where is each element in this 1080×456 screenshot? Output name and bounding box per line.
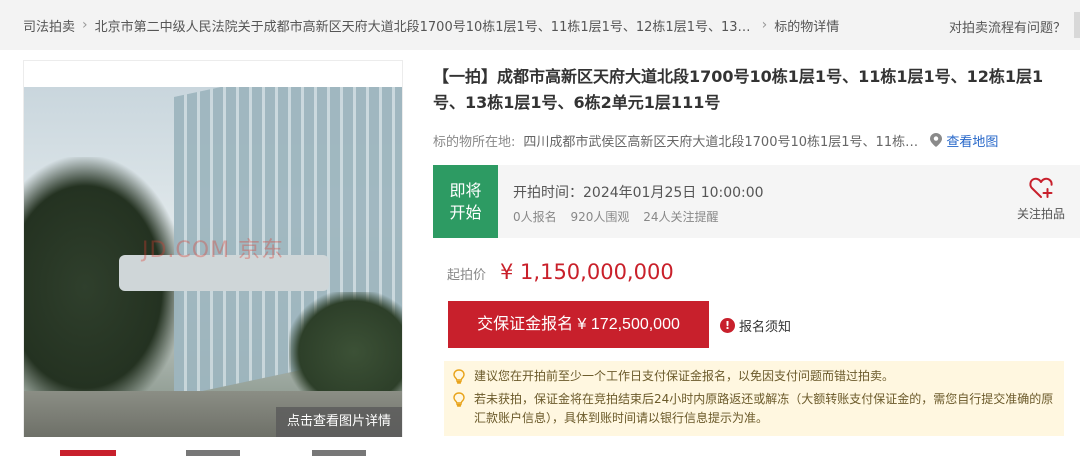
tip-text: 若未获拍，保证金将在竞拍结束后24小时内原路返还或解冻（大额转账支付保证金的，需…: [474, 392, 1054, 425]
tip-item: 若未获拍，保证金将在竞拍结束后24小时内原路返还或解冻（大额转账支付保证金的，需…: [452, 390, 1054, 428]
thumbnail-2[interactable]: [186, 450, 240, 456]
status-badge-text: 即将开始: [449, 180, 482, 222]
breadcrumb-item-current: 标的物详情: [774, 19, 840, 35]
lightbulb-icon: [453, 392, 465, 407]
pay-deposit-register-button[interactable]: 交保证金报名 ¥ 172,500,000: [448, 301, 709, 348]
deposit-tips-box: 建议您在开拍前至少一个工作日支付保证金报名，以免因支付问题而错过拍卖。 若未获拍…: [444, 361, 1064, 436]
registrant-count: 0人报名: [513, 210, 557, 224]
viewer-count: 920人围观: [570, 210, 630, 224]
heart-plus-icon: [1029, 177, 1053, 198]
jd-watermark: JD.COM 京东: [142, 238, 285, 263]
view-map-link[interactable]: 查看地图: [946, 131, 998, 150]
auction-status-box: 即将开始 开拍时间：2024年01月25日 10:00:00 0人报名 920人…: [433, 165, 1080, 238]
tip-item: 建议您在开拍前至少一个工作日支付保证金报名，以免因支付问题而错过拍卖。: [452, 367, 1054, 386]
chevron-right-icon: ›: [82, 17, 88, 33]
tip-text: 建议您在开拍前至少一个工作日支付保证金报名，以免因支付问题而错过拍卖。: [474, 369, 895, 383]
starting-price-label: 起拍价: [447, 268, 487, 283]
thumbnail-1[interactable]: [60, 450, 116, 456]
thumbnail-3[interactable]: [312, 450, 366, 456]
location-row: 标的物所在地: 四川成都市武侯区高新区天府大道北段1700号10栋1层1号、11…: [433, 130, 998, 150]
auction-stats: 0人报名 920人围观 24人关注提醒: [513, 208, 728, 225]
auction-help-link[interactable]: 对拍卖流程有问题？: [949, 17, 1066, 36]
registration-notice-link[interactable]: ! 报名须知: [720, 316, 791, 335]
location-pin-icon: [930, 133, 943, 147]
location-value: 四川成都市武侯区高新区天府大道北段1700号10栋1层1号、11栋1层1号、12…: [523, 134, 924, 150]
main-photo[interactable]: JD.COM 京东 点击查看图片详情: [24, 87, 402, 437]
lightbulb-icon: [453, 369, 465, 384]
follow-lot-button[interactable]: 关注拍品: [1014, 175, 1068, 222]
follower-count: 24人关注提醒: [643, 210, 719, 224]
starting-price-value: ¥ 1,150,000,000: [500, 260, 674, 284]
location-label: 标的物所在地:: [433, 134, 516, 150]
auction-detail-panel: JD.COM 京东 点击查看图片详情 【一拍】成都市高新区天府大道北段1700号…: [0, 50, 1080, 456]
chevron-right-icon: ›: [761, 17, 768, 33]
view-image-details-button[interactable]: 点击查看图片详情: [276, 407, 402, 437]
breadcrumb-item-announcement[interactable]: 北京市第二中级人民法院关于成都市高新区天府大道北段1700号10栋1层1号、11…: [95, 16, 755, 35]
start-time: 开拍时间：2024年01月25日 10:00:00: [513, 185, 764, 201]
follow-lot-label: 关注拍品: [1016, 207, 1065, 221]
starting-price-row: 起拍价 ¥ 1,150,000,000: [447, 260, 674, 284]
breadcrumb-item-judicial-auction[interactable]: 司法拍卖: [23, 16, 75, 35]
auction-title: 【一拍】成都市高新区天府大道北段1700号10栋1层1号、11栋1层1号、12栋…: [433, 67, 1044, 112]
help-panel-edge[interactable]: [1074, 12, 1080, 38]
alert-icon: !: [720, 318, 735, 333]
breadcrumb: 司法拍卖 › 北京市第二中级人民法院关于成都市高新区天府大道北段1700号10栋…: [0, 0, 1080, 50]
registration-notice-label: 报名须知: [739, 320, 792, 335]
status-badge: 即将开始: [433, 165, 498, 238]
